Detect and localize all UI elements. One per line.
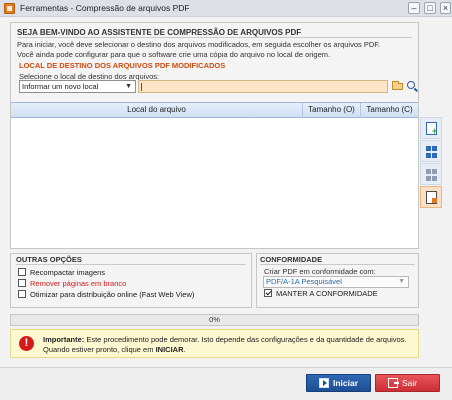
grid-view-button[interactable] [420,140,442,162]
destination-select[interactable]: Informar um novo local ▼ [19,80,136,93]
checkbox[interactable] [18,279,26,287]
minimize-button[interactable]: – [408,2,420,14]
start-button-label: Iniciar [333,378,359,388]
chevron-down-icon: ▼ [398,278,405,285]
close-button[interactable]: × [440,2,451,14]
column-header-location[interactable]: Local do arquivo [11,103,303,118]
conformity-select[interactable]: PDF/A-1A Pesquisável ▼ [263,276,409,288]
divider [16,264,246,265]
search-icon [407,81,415,89]
notice-bold: Importante: [43,335,85,344]
intro-text: Para iniciar, você deve selecionar o des… [17,40,415,59]
grid-options-icon [426,169,437,182]
intro-line-1: Para iniciar, você deve selecionar o des… [17,40,381,49]
notice-end: . [183,345,186,354]
option-label: Otimizar para distribuição online (Fast … [30,290,195,299]
welcome-title: SEJA BEM-VINDO AO ASSISTENTE DE COMPRESS… [17,28,302,37]
main-panel: SEJA BEM-VINDO AO ASSISTENTE DE COMPRESS… [10,22,419,249]
notice-bold-action: INICIAR [155,345,184,354]
bottom-bar: Iniciar Sair [0,367,452,400]
title-bar: Ferramentas - Compressão de arquivos PDF… [0,0,452,17]
edit-document-icon [426,191,437,204]
divider [260,264,415,265]
search-button[interactable] [405,80,418,93]
conformity-title: CONFORMIDADE [260,255,323,264]
progress-text: 0% [209,315,220,324]
destination-section-title: LOCAL DE DESTINO DOS ARQUIVOS PDF MODIFI… [19,61,226,70]
checkbox[interactable] [18,268,26,276]
text-caret [141,83,142,91]
destination-select-value: Informar um novo local [22,82,99,91]
add-document-icon [426,122,437,136]
option-remove-blank-pages[interactable]: Remover páginas em branco [18,279,126,289]
browse-folder-button[interactable] [391,80,404,93]
destination-path-input[interactable] [138,80,388,93]
exit-button[interactable]: Sair [375,374,440,392]
chevron-down-icon: ▼ [125,83,132,90]
exit-icon [388,378,399,388]
option-recompress-images[interactable]: Recompactar imagens [18,268,105,278]
notice-text: Importante: Este procedimento pode demor… [43,335,413,355]
option-label: Remover páginas em branco [30,279,127,288]
folder-icon [392,81,403,90]
app-icon [4,3,15,14]
grid-view-icon [426,146,437,159]
window-title: Ferramentas - Compressão de arquivos PDF [20,3,190,13]
option-fast-web-view[interactable]: Otimizar para distribuição online (Fast … [18,290,194,300]
start-icon [319,378,329,388]
divider [17,37,412,38]
keep-conformity-label: MANTER A CONFORMIDADE [276,289,378,298]
other-options-group: OUTRAS OPÇÕES Recompactar imagens Remove… [10,253,252,308]
important-notice: ! Importante: Este procedimento pode dem… [10,329,419,358]
column-header-size-original[interactable]: Tamanho (O) [303,103,361,118]
file-table[interactable]: Local do arquivo Tamanho (O) Tamanho (C) [11,102,418,248]
exit-button-label: Sair [402,378,418,388]
add-files-button[interactable] [420,117,442,139]
keep-conformity-option[interactable]: MANTER A CONFORMIDADE [264,289,378,299]
grid-options-button[interactable] [420,163,442,185]
alert-icon: ! [19,336,34,351]
progress-bar: 0% [10,314,419,326]
conformity-select-value: PDF/A-1A Pesquisável [266,277,342,286]
notice-body: Este procedimento pode demorar. Isto dep… [43,335,407,354]
maximize-button[interactable]: □ [424,2,436,14]
checkbox[interactable] [18,290,26,298]
other-options-title: OUTRAS OPÇÕES [16,255,82,264]
conformity-label: Criar PDF em conformidade com: [264,267,376,276]
start-button[interactable]: Iniciar [306,374,371,392]
intro-line-2: Você ainda pode configurar para que o so… [17,49,331,59]
edit-document-button[interactable] [420,186,442,208]
option-label: Recompactar imagens [30,268,106,277]
checkbox[interactable] [264,289,272,297]
table-header: Local do arquivo Tamanho (O) Tamanho (C) [11,103,418,118]
column-header-size-compressed[interactable]: Tamanho (C) [361,103,418,118]
